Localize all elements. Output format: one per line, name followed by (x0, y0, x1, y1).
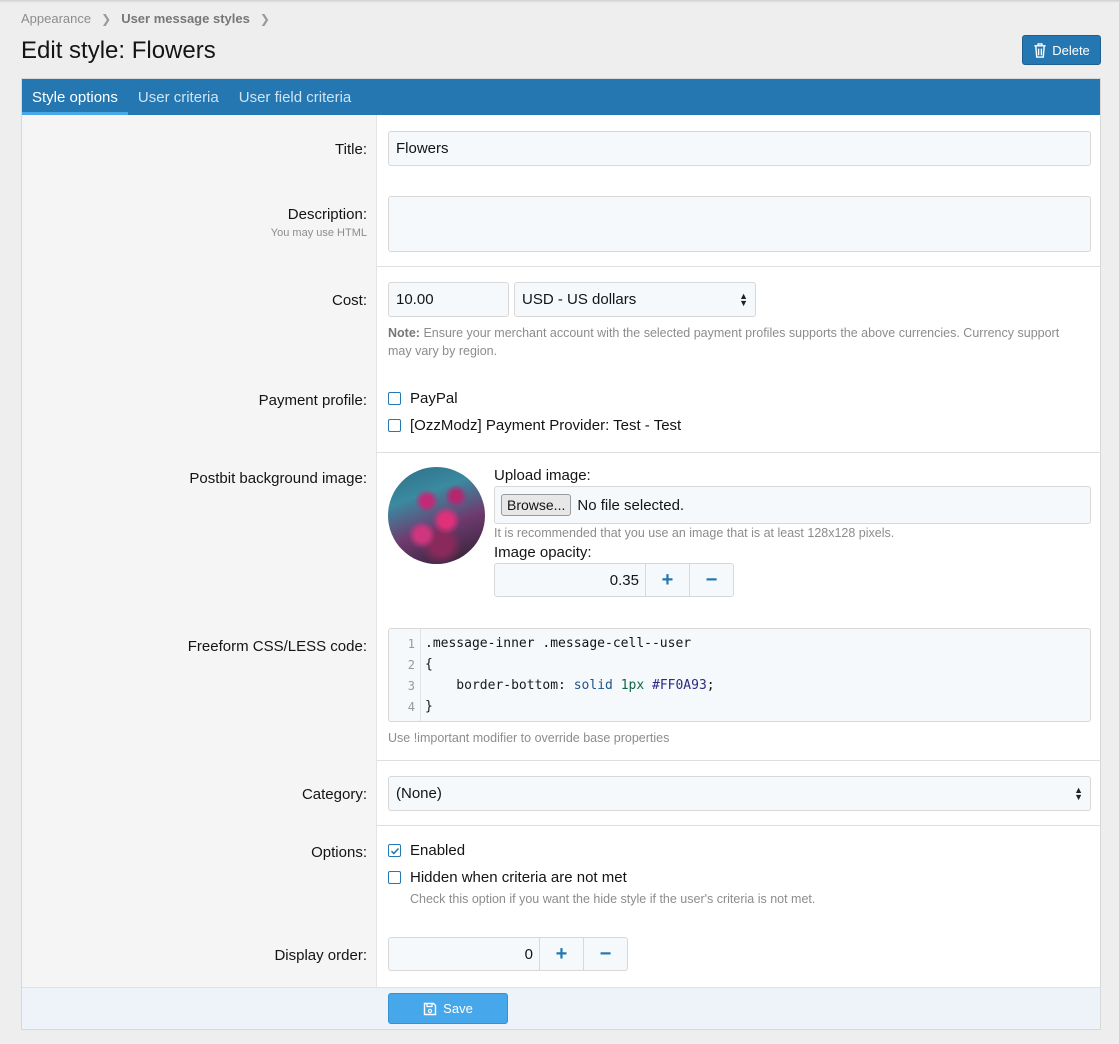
code-color: #FF0A93 (652, 678, 707, 693)
chevron-right-icon: ❯ (101, 11, 112, 26)
options-label: Options: (311, 844, 367, 861)
display-order-value[interactable]: 0 (389, 938, 539, 970)
tab-user-field-criteria[interactable]: User field criteria (229, 79, 362, 115)
ozzmodz-checkbox[interactable]: [OzzModz] Payment Provider: Test - Test (388, 417, 681, 434)
cost-value: 10.00 (396, 291, 434, 308)
description-label: Description: (287, 206, 367, 223)
top-shadow (0, 0, 1119, 3)
file-upload-input[interactable]: Browse... No file selected. (494, 486, 1091, 524)
divider (377, 266, 1100, 267)
css-label: Freeform CSS/LESS code: (187, 638, 367, 655)
description-textarea[interactable] (388, 196, 1091, 252)
css-hint: Use !important modifier to override base… (388, 731, 670, 745)
line-number: 3 (407, 679, 415, 693)
opacity-label: Image opacity: (494, 544, 592, 561)
divider (377, 760, 1100, 761)
select-arrows-icon: ▲ ▼ (1074, 784, 1083, 802)
category-label: Category: (301, 786, 367, 803)
enabled-checkbox[interactable]: Enabled (388, 842, 465, 859)
page-title: Edit style: Flowers (21, 37, 216, 64)
postbit-image-preview (388, 467, 485, 564)
code-line: border-bottom: solid 1px #FF0A93; (425, 678, 715, 693)
enabled-label: Enabled (410, 842, 466, 859)
breadcrumb-appearance[interactable]: Appearance (21, 11, 91, 26)
opacity-minus-button[interactable]: − (689, 564, 733, 596)
currency-value: USD - US dollars (522, 291, 637, 308)
code-semicolon: ; (706, 678, 715, 693)
delete-button-label: Delete (1052, 42, 1090, 58)
code-line: .message-inner .message-cell--user (425, 636, 692, 651)
select-arrows-icon: ▲ ▼ (739, 290, 748, 308)
checkbox-unchecked-icon[interactable] (388, 419, 401, 432)
postbit-label: Postbit background image: (189, 470, 367, 487)
upload-image-label: Upload image: (494, 467, 591, 484)
line-number: 2 (407, 658, 415, 672)
cost-note-bold: Note: (388, 326, 420, 340)
code-line: { (425, 657, 433, 672)
delete-button[interactable]: Delete (1022, 35, 1101, 65)
code-property: border-bottom: (425, 678, 574, 693)
form-body: Title: Flowers Description: You may use … (22, 115, 1100, 987)
checkbox-unchecked-icon[interactable] (388, 392, 401, 405)
opacity-plus-button[interactable]: + (645, 564, 689, 596)
breadcrumb: Appearance ❯ User message styles ❯ (21, 11, 280, 26)
line-number: 1 (407, 637, 415, 651)
save-icon (423, 1002, 437, 1015)
code-value: solid (573, 678, 613, 693)
browse-button[interactable]: Browse... (501, 494, 572, 516)
form-footer: Save (22, 987, 1100, 1029)
paypal-label: PayPal (410, 390, 458, 407)
tab-style-options[interactable]: Style options (22, 79, 128, 115)
checkbox-checked-icon[interactable] (388, 844, 401, 857)
title-label: Title: (335, 141, 367, 158)
checkbox-unchecked-icon[interactable] (388, 871, 401, 884)
cost-label: Cost: (331, 292, 367, 309)
cost-note-text: Ensure your merchant account with the se… (388, 326, 1060, 358)
hidden-hint: Check this option if you want the hide s… (410, 892, 816, 906)
style-form-block: Style options User criteria User field c… (21, 78, 1101, 1030)
code-line: } (425, 699, 433, 714)
title-input[interactable]: Flowers (388, 131, 1091, 166)
category-value: (None) (396, 785, 442, 802)
upload-hint: It is recommended that you use an image … (494, 526, 895, 540)
save-button[interactable]: Save (388, 993, 508, 1024)
category-select[interactable]: (None) ▲ ▼ (388, 776, 1091, 811)
cost-input[interactable]: 10.00 (388, 282, 509, 317)
line-number-gutter: 1 2 3 4 (389, 629, 421, 721)
payment-profile-label: Payment profile: (258, 392, 367, 409)
hidden-label: Hidden when criteria are not met (410, 869, 627, 886)
paypal-checkbox[interactable]: PayPal (388, 390, 458, 407)
save-button-label: Save (443, 1001, 473, 1016)
cost-note: Note: Ensure your merchant account with … (388, 324, 1078, 360)
ozzmodz-label: [OzzModz] Payment Provider: Test - Test (410, 417, 682, 434)
css-code-editor[interactable]: 1 2 3 4 .message-inner .message-cell--us… (388, 628, 1091, 722)
divider (377, 825, 1100, 826)
description-sublabel: You may use HTML (270, 227, 367, 239)
tab-user-criteria[interactable]: User criteria (128, 79, 229, 115)
chevron-right-icon: ❯ (259, 11, 270, 26)
opacity-value[interactable]: 0.35 (495, 564, 645, 596)
file-status: No file selected. (577, 496, 685, 514)
display-order-plus-button[interactable]: + (539, 938, 583, 970)
code-number: 1px (620, 678, 645, 693)
hidden-checkbox[interactable]: Hidden when criteria are not met (388, 869, 627, 886)
breadcrumb-user-message-styles[interactable]: User message styles (121, 11, 250, 26)
tab-bar: Style options User criteria User field c… (22, 79, 1100, 115)
display-order-label: Display order: (274, 947, 367, 964)
display-order-minus-button[interactable]: − (583, 938, 627, 970)
opacity-stepper[interactable]: 0.35 + − (494, 563, 734, 597)
divider (377, 452, 1100, 453)
title-input-value: Flowers (396, 140, 449, 157)
trash-icon (1034, 42, 1046, 58)
currency-select[interactable]: USD - US dollars ▲ ▼ (514, 282, 756, 317)
display-order-stepper[interactable]: 0 + − (388, 937, 628, 971)
line-number: 4 (407, 700, 415, 714)
